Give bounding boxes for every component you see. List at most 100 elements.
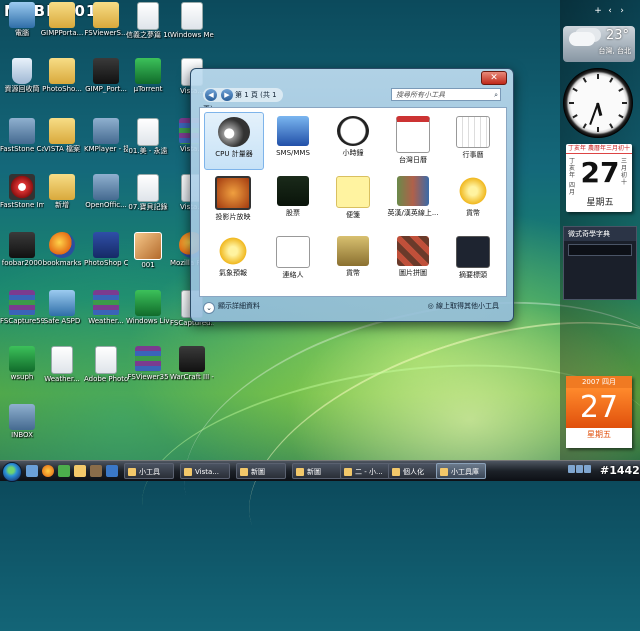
desktop-icon[interactable]: 電腦 bbox=[0, 2, 44, 37]
gadget-stocks[interactable]: 股票 bbox=[264, 172, 322, 228]
desktop-icon[interactable]: FastStone Capture bbox=[0, 118, 44, 153]
clock-gadget[interactable] bbox=[563, 68, 633, 138]
desktop-icon[interactable]: Safe ASPD bbox=[40, 290, 84, 325]
search-input[interactable]: 搜尋所有小工具 ⌕ bbox=[391, 88, 501, 101]
desktop-icon[interactable]: 信義之夢篇 102D版.w3x bbox=[126, 2, 170, 39]
quicklaunch-desktop-icon[interactable] bbox=[26, 465, 38, 477]
desktop-icon[interactable]: FSViewer35 bbox=[126, 346, 170, 381]
desktop-icon[interactable]: WarCraft III - 捷徑 bbox=[170, 346, 214, 381]
taskbar-button[interactable]: 小工具 bbox=[124, 463, 174, 479]
desktop-icon[interactable]: 資源回收筒 bbox=[0, 58, 44, 93]
desktop-icon[interactable]: µTorrent bbox=[126, 58, 170, 93]
desktop-icon[interactable]: FSViewerS... bbox=[84, 2, 128, 37]
window-icon bbox=[344, 468, 352, 476]
gadget-label: 投影片放映 bbox=[215, 213, 251, 221]
gadget-clock[interactable]: 小時鐘 bbox=[324, 112, 382, 168]
sidebar-prev-button[interactable]: ‹ bbox=[604, 6, 616, 16]
desktop-icon[interactable]: 001 bbox=[126, 232, 170, 269]
desktop-icon[interactable]: Weather... bbox=[40, 346, 84, 383]
start-button[interactable] bbox=[2, 462, 22, 482]
clock-tick bbox=[569, 102, 574, 104]
weather-city: 台灣, 台北 bbox=[598, 47, 631, 55]
gadget-schedule[interactable]: 行事曆 bbox=[444, 112, 502, 168]
green-icon bbox=[135, 58, 161, 84]
clock-tick bbox=[597, 74, 599, 79]
desktop-icon[interactable]: Weather... bbox=[84, 290, 128, 325]
chinese-calendar-gadget[interactable]: 丁亥年 農曆年三月初十 丁亥年 三月初十 四月 27 星期五 bbox=[566, 144, 632, 212]
calendar-month-text: 四月 bbox=[569, 182, 576, 196]
search-icon[interactable]: ⌕ bbox=[494, 89, 498, 102]
taskbar-button[interactable]: 新圖 bbox=[292, 463, 342, 479]
window-icon bbox=[240, 468, 248, 476]
gadget-cpu[interactable]: CPU 計量器 bbox=[204, 112, 264, 170]
quicklaunch-media-icon[interactable] bbox=[58, 465, 70, 477]
taskbar-button[interactable]: 二 - 小... bbox=[340, 463, 390, 479]
gadget-sms[interactable]: SMS/MMS bbox=[264, 112, 322, 168]
prev-page-button[interactable]: ◀ bbox=[205, 89, 217, 101]
desktop-icon[interactable]: foobar2000 bbox=[0, 232, 44, 267]
desktop-icon[interactable]: INBOX bbox=[0, 404, 44, 439]
taskbar-button[interactable]: 小工具庫 bbox=[436, 463, 486, 479]
desktop-icon[interactable]: GIMPPorta... bbox=[40, 2, 84, 37]
dictionary-input[interactable] bbox=[568, 244, 632, 256]
weather-gadget[interactable]: 23° 台灣, 台北 bbox=[563, 26, 635, 62]
next-page-button[interactable]: ▶ bbox=[221, 89, 233, 101]
dictionary-gadget[interactable]: 微式奇學字典 bbox=[563, 226, 637, 300]
calendar-gadget[interactable]: 2007 四月 27 星期五 bbox=[566, 376, 632, 448]
gadget-slideshow[interactable]: 投影片放映 bbox=[204, 172, 262, 228]
tray-volume-icon[interactable] bbox=[576, 465, 583, 473]
close-button[interactable]: ✕ bbox=[481, 71, 507, 85]
quicklaunch-gimp-icon[interactable] bbox=[90, 465, 102, 477]
desktop-icon-label: Weather... bbox=[44, 375, 80, 383]
taskbar-button[interactable]: Vista... bbox=[180, 463, 230, 479]
desktop-icon[interactable]: wsuph bbox=[0, 346, 44, 381]
tray-power-icon[interactable] bbox=[584, 465, 591, 473]
desktop-icon[interactable]: FastStone Image... bbox=[0, 174, 44, 209]
desktop-icon-label: 資源回收筒 bbox=[4, 85, 40, 93]
sidebar-next-button[interactable]: › bbox=[616, 6, 628, 16]
desktop-icon[interactable]: bookmarks bbox=[40, 232, 84, 267]
gadget-puzzle[interactable]: 圖片拼圖 bbox=[384, 232, 442, 288]
dark-icon bbox=[93, 58, 119, 84]
desktop-icon[interactable]: Windows Live Mes... bbox=[126, 290, 170, 325]
gadget-contacts[interactable]: 連絡人 bbox=[264, 232, 322, 288]
gadget-feed[interactable]: 摘要標頭 bbox=[444, 232, 502, 288]
gadget-weather[interactable]: 貨幣 bbox=[444, 172, 502, 228]
desktop-icon[interactable]: Windows Media Ce... bbox=[170, 2, 214, 39]
taskbar-button[interactable]: 個人化 bbox=[388, 463, 438, 479]
show-details-button[interactable]: ⌄ 顯示詳細資料 bbox=[203, 299, 260, 314]
desktop-icon[interactable]: PhotoSho... bbox=[40, 58, 84, 93]
gadget-currency[interactable]: 貨幣 bbox=[324, 232, 382, 288]
calendar-icon bbox=[396, 116, 430, 153]
desktop-icon[interactable]: FSCapture59 bbox=[0, 290, 44, 325]
quicklaunch-firefox-icon[interactable] bbox=[42, 465, 54, 477]
desktop-icon[interactable]: 新增 bbox=[40, 174, 84, 209]
desktop-icon[interactable]: OpenOffic... bbox=[84, 174, 128, 209]
quicklaunch-folder-icon[interactable] bbox=[74, 465, 86, 477]
calendar-left-text: 丁亥年 bbox=[569, 158, 576, 179]
taskbar-button[interactable]: 新圖 bbox=[236, 463, 286, 479]
desktop-icon[interactable]: 07.寶貝記錄 bbox=[126, 174, 170, 211]
desktop-icon[interactable]: 01.美 - 永遠 bbox=[126, 118, 170, 155]
gadget-calendar[interactable]: 台灣日曆 bbox=[384, 112, 442, 168]
desktop-icon[interactable]: Adobe Photoshop... bbox=[84, 346, 128, 383]
get-more-gadgets-link[interactable]: ◎ 線上取得其他小工具 bbox=[428, 299, 499, 313]
desktop-icon[interactable]: KMPlayer - 捷徑 bbox=[84, 118, 128, 153]
gadget-dictionary[interactable]: 英漢/漢英線上... bbox=[384, 172, 442, 228]
puzzle-icon bbox=[397, 236, 429, 266]
gadget-notes[interactable]: 便箋 bbox=[324, 172, 382, 228]
tray-network-icon[interactable] bbox=[568, 465, 575, 473]
gadget-sun[interactable]: 氣象預報 bbox=[204, 232, 262, 288]
calendar-right-text: 三月初十 bbox=[621, 158, 628, 186]
quicklaunch-ie-icon[interactable] bbox=[106, 465, 118, 477]
calendar-weekday: 星期五 bbox=[586, 198, 614, 208]
doc-icon bbox=[51, 346, 73, 374]
desktop-icon[interactable]: PhotoShop CS Portable bbox=[84, 232, 128, 267]
folder-icon bbox=[49, 174, 75, 200]
desktop-icon[interactable]: VISTA 檔案 bbox=[40, 118, 84, 153]
window-icon bbox=[440, 468, 448, 476]
eye-icon bbox=[9, 174, 35, 200]
add-gadget-button[interactable]: + bbox=[592, 6, 604, 16]
wrench-icon bbox=[9, 404, 35, 430]
desktop-icon[interactable]: GIMP_Port... bbox=[84, 58, 128, 93]
